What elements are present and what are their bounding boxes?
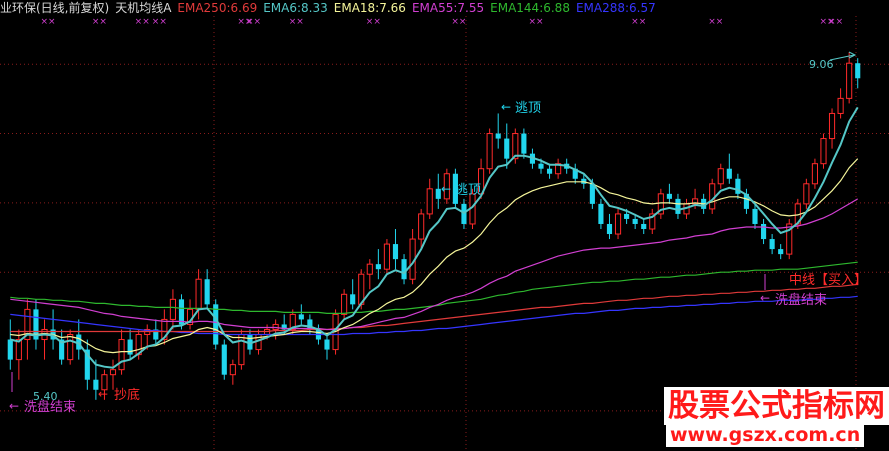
candle-body-73 [632, 218, 638, 224]
ema18-value: EMA18:7.66 [333, 1, 406, 15]
cross-mark-5: ×× [246, 17, 261, 27]
candle-body-39 [341, 293, 348, 315]
cross-mark-1: ×× [92, 17, 107, 27]
candle-body-25 [221, 344, 227, 375]
candle-body-14 [127, 339, 133, 355]
chart-title: 业环保(日线,前复权) [0, 1, 110, 15]
ema250-value: EMA250:6.69 [177, 1, 258, 15]
high-price-label: 9.06 [809, 58, 834, 71]
candle-body-74 [641, 223, 647, 229]
washout-end-label-2: 洗盘结束 [775, 292, 827, 308]
candle-body-63 [546, 168, 553, 174]
candle-body-96 [828, 112, 836, 140]
ema55-value: EMA55:7.55 [411, 1, 485, 15]
cross-mark-8: ×× [451, 17, 466, 27]
svg-text:←: ← [98, 387, 108, 401]
ema288-value: EMA288:6.57 [575, 1, 656, 15]
candle-body-69 [598, 203, 604, 224]
candle-body-87 [752, 208, 758, 224]
escape-top-label-1: 逃顶 [515, 101, 541, 116]
candle-body-43 [375, 264, 381, 270]
candle-body-60 [521, 133, 527, 154]
candle-body-88 [760, 223, 767, 240]
candle-body-78 [675, 198, 681, 214]
buy-bottom-label: 抄底 [114, 387, 140, 403]
mid-line-label: 中线【买入】 [789, 273, 867, 288]
cross-mark-0: ×× [41, 17, 56, 27]
candle-body-19 [169, 298, 176, 320]
svg-text:←: ← [501, 100, 511, 114]
candle-body-27 [238, 334, 245, 366]
candle-body-95 [820, 138, 827, 165]
cross-mark-7: ×× [366, 17, 381, 27]
candle-body-82 [709, 183, 716, 210]
candle-body-62 [538, 163, 544, 169]
ema144-value: EMA144:6.88 [490, 1, 570, 15]
candle-body-83 [717, 168, 724, 185]
cross-mark-11: ×× [708, 17, 723, 27]
candle-body-12 [109, 369, 117, 376]
candle-body-46 [401, 259, 407, 280]
candle-body-26 [229, 364, 236, 376]
candle-body-48 [418, 213, 425, 240]
candlestick-chart[interactable]: ×× ×× ×× ×× ×××× ×× ×× ×× ×× ×× ×× ×××× 9.06 5.40 ←… [0, 0, 889, 451]
cross-mark-10: ×× [631, 17, 646, 27]
candle-body-44 [383, 243, 390, 270]
cross-mark-9: ×× [528, 17, 543, 27]
candle-body-22 [195, 278, 202, 310]
candle-body-77 [666, 193, 672, 199]
candle-body-34 [298, 314, 304, 320]
buy-bottom-annotation: ← 抄底 [98, 387, 140, 403]
candle-body-72 [624, 213, 630, 219]
candle-body-84 [726, 168, 732, 179]
svg-text:←: ← [441, 182, 451, 196]
candle-body-13 [118, 339, 125, 371]
candle-body-37 [324, 339, 330, 350]
candle-body-90 [778, 249, 784, 255]
escape-top-annotation-2: ← 逃顶 [441, 182, 481, 198]
chart-header: 业环保(日线,前复权) 天机均线A EMA250:6.69 EMA6:8.33 EMA1… [0, 0, 662, 16]
cross-mark-13: ×× [828, 17, 843, 27]
cross-mark-6: ×× [289, 17, 304, 27]
candle-body-49 [426, 188, 433, 215]
candle-body-57 [495, 133, 501, 139]
indicator-name: 天机均线A [115, 1, 172, 15]
cross-mark-3: ×× [152, 17, 167, 27]
candle-body-45 [392, 244, 399, 260]
candle-body-93 [803, 183, 810, 205]
candle-body-97 [837, 97, 844, 114]
candle-body-94 [811, 163, 818, 185]
escape-top-annotation-1: ← 逃顶 [501, 100, 541, 116]
candle-body-99 [855, 63, 861, 79]
candle-body-40 [350, 294, 356, 305]
candle-body-0 [7, 339, 13, 360]
escape-top-label-2: 逃顶 [455, 183, 481, 198]
watermark-title: 股票公式指标网 [664, 387, 889, 425]
candle-body-70 [606, 223, 613, 235]
candle-body-23 [204, 279, 210, 305]
candle-body-71 [614, 213, 622, 235]
mid-line-annotation: 中线【买入】 [789, 273, 867, 288]
candle-body-7 [67, 334, 74, 361]
candle-body-89 [769, 239, 775, 250]
washout-end-label-1: 洗盘结束 [24, 399, 76, 415]
candle-body-1 [15, 339, 22, 361]
candle-body-24 [213, 304, 219, 345]
candle-body-42 [366, 263, 373, 275]
candle-body-58 [504, 138, 510, 159]
svg-text:←: ← [760, 291, 770, 305]
candle-body-98 [846, 62, 853, 99]
ema6-value: EMA6:8.33 [263, 1, 328, 15]
svg-text:←: ← [9, 399, 19, 413]
watermark-url: www.gszx.com.cn [666, 423, 865, 447]
candle-body-56 [486, 133, 493, 170]
cross-mark-2: ×× [135, 17, 150, 27]
candle-body-20 [178, 299, 185, 325]
